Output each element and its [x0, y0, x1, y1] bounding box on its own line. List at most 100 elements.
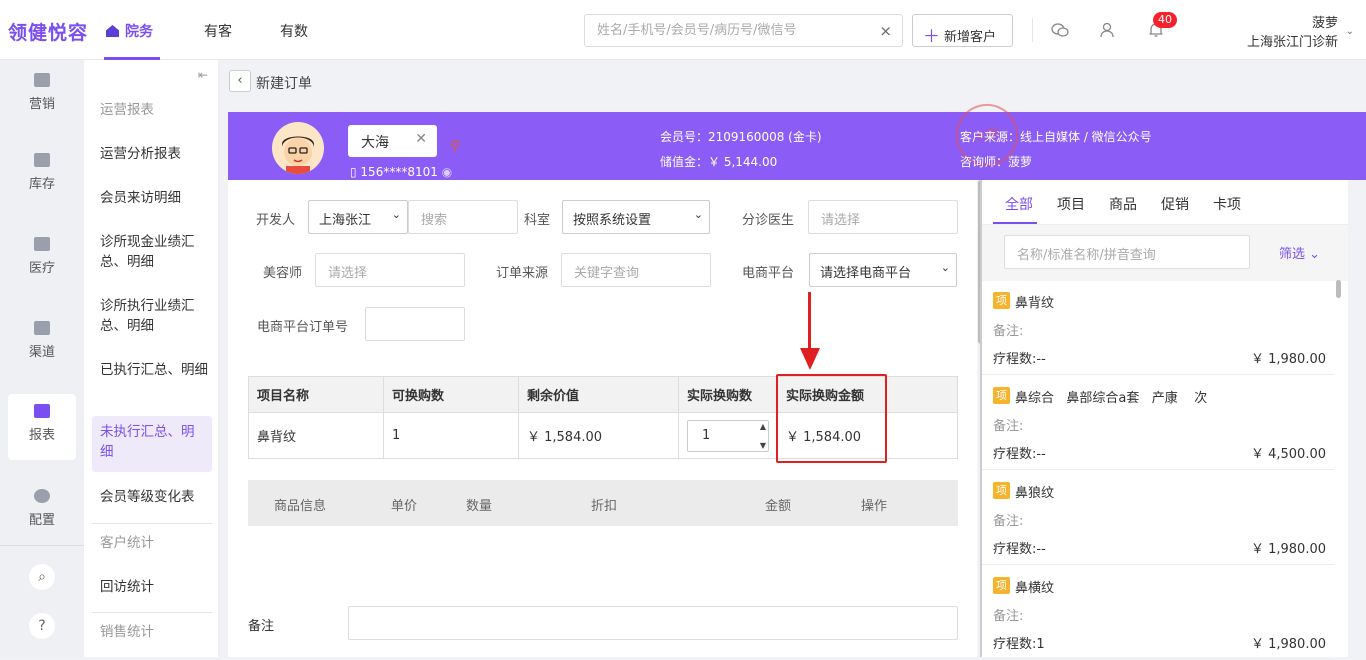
subnav-item[interactable]: 运营分析报表	[100, 144, 212, 164]
order-source-label: 订单来源	[496, 266, 549, 281]
dept-select[interactable]: 按照系统设置 ⌄	[562, 200, 710, 234]
global-search: ×	[584, 14, 903, 47]
product-price: ￥ 4,500.00	[1250, 447, 1326, 462]
platform-label: 电商平台	[742, 266, 795, 281]
phone-icon: ▯	[350, 165, 361, 179]
developer-select[interactable]: 上海张江 ⌄	[308, 200, 408, 234]
key-icon[interactable]: ⚲	[450, 138, 460, 154]
platform-order-input[interactable]	[365, 307, 465, 341]
search-input[interactable]	[585, 15, 855, 46]
left-nav: 营销 库存 医疗 渠道 报表 配置 ⌕ ?	[0, 60, 84, 657]
divider	[0, 545, 84, 546]
quantity-stepper[interactable]: 1 ▲ ▼	[687, 419, 769, 452]
left-nav-marketing[interactable]: 营销	[0, 73, 84, 112]
avatar[interactable]	[272, 122, 324, 174]
left-nav-label: 库存	[28, 177, 55, 192]
close-icon[interactable]: ✕	[415, 131, 427, 147]
note-label: 备注:	[993, 609, 1024, 624]
filter-button[interactable]: 筛选 ⌄	[1279, 243, 1320, 262]
product-picker-panel: 全部 项目 商品 促销 卡项 名称/标准名称/拼音查询 筛选 ⌄ 项 鼻背纹 备…	[982, 180, 1348, 660]
channel-icon	[34, 321, 50, 335]
column-header: 折扣	[591, 499, 618, 514]
eye-icon[interactable]: ◉	[438, 165, 452, 179]
note-label: 备注:	[993, 324, 1024, 339]
remark-input[interactable]	[348, 606, 958, 640]
chevron-down-icon[interactable]: ⌄	[1346, 26, 1354, 37]
product-card[interactable]: 项 鼻横纹 备注: 疗程数:1 ￥ 1,980.00	[982, 565, 1334, 660]
subnav-item[interactable]: 会员等级变化表	[100, 487, 212, 507]
column-header: 剩余价值	[518, 376, 679, 413]
divider	[1032, 18, 1033, 42]
triage-label: 分诊医生	[742, 213, 795, 228]
product-search-input[interactable]: 名称/标准名称/拼音查询	[1004, 235, 1250, 269]
chevron-down-icon: ⌄	[693, 208, 703, 221]
scrollbar[interactable]	[1336, 280, 1341, 298]
divider	[92, 523, 212, 524]
nav-tab-yuanwu[interactable]: 院务	[106, 21, 153, 41]
tab-promotions[interactable]: 促销	[1161, 194, 1189, 214]
tab-items[interactable]: 项目	[1057, 194, 1085, 214]
nav-tab-label: 院务	[125, 24, 153, 40]
nav-tab-youshu[interactable]: 有数	[280, 21, 308, 41]
subnav-item[interactable]: 会员来访明细	[100, 188, 212, 208]
consultant: 咨询师：菠萝	[960, 155, 1033, 169]
left-nav-stock[interactable]: 库存	[0, 153, 84, 192]
search-icon[interactable]: ⌕	[29, 564, 55, 590]
help-icon[interactable]: ?	[29, 613, 55, 639]
left-nav-medical[interactable]: 医疗	[0, 237, 84, 276]
back-button[interactable]: ‹	[229, 70, 251, 92]
collapse-icon[interactable]: ⇤	[198, 68, 208, 82]
product-card[interactable]: 项 鼻综合 鼻部综合a套 产康 次 备注: 疗程数:-- ￥ 4,500.00	[982, 375, 1334, 470]
flag-icon	[34, 73, 50, 87]
subnav-item[interactable]: 回访统计	[100, 577, 212, 597]
product-card[interactable]: 项 鼻狼纹 备注: 疗程数:-- ￥ 1,980.00	[982, 470, 1334, 565]
column-header: 可换购数	[383, 376, 519, 413]
platform-select[interactable]: 请选择电商平台 ⌄	[809, 253, 957, 287]
goods-table-header: 商品信息 单价 数量 折扣 金额 操作	[248, 480, 958, 526]
tab-active-indicator	[993, 222, 1037, 224]
clear-icon[interactable]: ×	[879, 22, 892, 40]
box-icon	[34, 153, 50, 167]
subnav-item-active[interactable]: 未执行汇总、明细	[92, 416, 212, 472]
customer-source: 客户来源：线上自媒体 / 微信公众号	[960, 130, 1152, 144]
wechat-icon[interactable]	[1051, 22, 1069, 38]
subnav-item[interactable]: 已执行汇总、明细	[100, 360, 212, 380]
left-nav-label: 营销	[28, 97, 55, 112]
left-nav-report[interactable]: 报表	[8, 394, 76, 460]
left-nav-channel[interactable]: 渠道	[0, 321, 84, 360]
product-card[interactable]: 项 鼻背纹 备注: 疗程数:-- ￥ 1,980.00	[982, 280, 1334, 375]
tab-all[interactable]: 全部	[1005, 194, 1033, 214]
chevron-down-icon: ⌄	[940, 261, 950, 274]
plus-icon: ＋	[923, 27, 940, 47]
decrement-icon[interactable]: ▼	[760, 441, 766, 450]
user-icon[interactable]	[1099, 22, 1117, 38]
tab-cards[interactable]: 卡项	[1213, 194, 1241, 214]
customer-phone: ▯ 156****8101 ◉	[350, 165, 452, 179]
subnav-group: 客户统计	[100, 535, 154, 551]
subnav-item[interactable]: 诊所执行业绩汇总、明细	[100, 296, 212, 336]
user-name[interactable]: 菠萝	[1312, 12, 1338, 31]
add-customer-button[interactable]: ＋ 新增客户	[912, 14, 1013, 47]
left-nav-config[interactable]: 配置	[0, 489, 84, 528]
triage-doctor-input[interactable]: 请选择	[808, 200, 958, 234]
item-tag: 项	[993, 387, 1010, 404]
beautician-input[interactable]: 请选择	[315, 253, 465, 287]
increment-icon[interactable]: ▲	[760, 422, 766, 431]
nav-tab-youke[interactable]: 有客	[204, 21, 232, 41]
product-name: 鼻背纹	[1015, 296, 1055, 311]
annotation-arrow	[808, 292, 811, 352]
clinic-name[interactable]: 上海张江门诊新	[1247, 31, 1338, 50]
tab-products[interactable]: 商品	[1109, 194, 1137, 214]
annotation-highlight-box	[776, 374, 887, 463]
order-source-input[interactable]: 关键字查询	[561, 253, 711, 287]
remaining-cell: ￥ 1,584.00	[518, 412, 679, 459]
available-cell: 1	[383, 412, 519, 459]
subnav-item[interactable]: 诊所现金业绩汇总、明细	[100, 232, 212, 272]
app-logo: 领健悦容	[8, 22, 89, 44]
course-count: 疗程数:1	[993, 637, 1045, 652]
developer-search-input[interactable]: 搜索	[408, 200, 518, 234]
divider	[92, 612, 212, 613]
product-name: 鼻综合 鼻部综合a套 产康 次	[1015, 391, 1208, 406]
developer-value: 上海张江	[319, 213, 372, 228]
chevron-down-icon: ⌄	[1305, 247, 1321, 262]
